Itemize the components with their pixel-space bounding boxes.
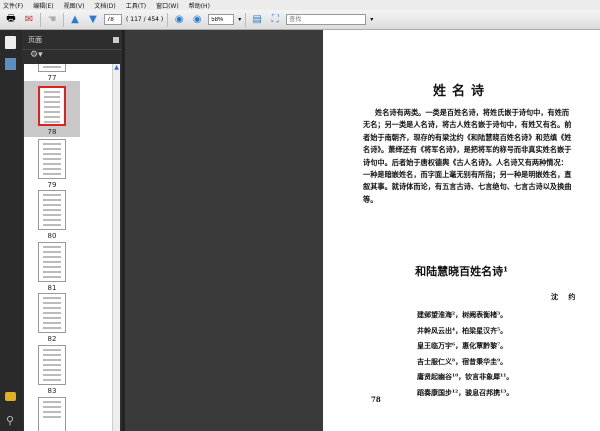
zoom-dropdown-icon[interactable]: ▾: [238, 16, 241, 23]
thumbnail-scrollbar[interactable]: ▲: [112, 64, 120, 431]
poem-line: 庸贤起幽谷¹⁰，钦言非象犀¹¹。: [417, 372, 514, 381]
poem-title: 和陆慧晓百姓名诗¹: [415, 265, 508, 278]
menu-view[interactable]: 视图(V): [64, 1, 85, 10]
page-thumbnail[interactable]: [38, 139, 66, 179]
divider: [245, 12, 247, 27]
menu-file[interactable]: 文件(F): [3, 1, 23, 10]
poem-line: 井幹风云出⁴，柏梁星汉齐⁵。: [417, 325, 508, 335]
search-input[interactable]: [286, 14, 367, 25]
bookmarks-icon[interactable]: [5, 58, 16, 70]
zoom-out-icon[interactable]: ◉: [172, 13, 186, 27]
menu-document[interactable]: 文档(D): [94, 1, 115, 10]
thumbnail-label: 80: [47, 232, 57, 240]
zoom-input[interactable]: [208, 14, 235, 25]
panel-title: 页面: [28, 35, 42, 44]
poem-line: 蹈奏康国步¹²，骏息召邦携¹³。: [417, 387, 514, 397]
page-thumbnail[interactable]: [38, 345, 66, 385]
page-number-input[interactable]: [104, 14, 122, 25]
menu-edit[interactable]: 编辑(E): [33, 1, 53, 10]
divider: [63, 12, 64, 27]
poem-author: 沈 约: [551, 292, 580, 301]
poem-line: 建邺望淮海²，树阙表衡楮³。: [417, 310, 508, 319]
share-icon[interactable]: ✉: [22, 13, 36, 27]
thumbnail-list: 77 78 79 80 81 82 83: [24, 64, 112, 431]
page-thumbnail[interactable]: [38, 64, 66, 72]
page-thumbnail[interactable]: [38, 190, 66, 230]
page-number: 78: [371, 395, 381, 404]
hand-icon[interactable]: ☚: [45, 13, 59, 27]
page-thumbnail[interactable]: [38, 86, 66, 126]
thumbnail-label: 81: [47, 284, 57, 292]
intro-paragraph: 姓名诗有两类。一类是百姓名诗，将姓氏嵌于诗句中，有姓而无名；另一类是人名诗，将古…: [363, 108, 572, 204]
page-thumbnail[interactable]: [38, 293, 66, 333]
poem-line: 吉士服仁义⁸，宿昔秉华圭⁹。: [417, 356, 508, 366]
menu-bar: 文件(F) 编辑(E) 视图(V) 文档(D) 工具(T) 窗口(W) 帮助(H…: [0, 0, 600, 10]
pages-icon[interactable]: [5, 36, 16, 49]
divider: [40, 12, 41, 27]
fit-width-icon[interactable]: ▤: [250, 13, 264, 27]
thumbnail-label: 83: [47, 387, 57, 395]
thumbnail-label: 79: [47, 181, 57, 189]
divider: [167, 12, 169, 27]
section-title: 姓名诗: [432, 84, 490, 99]
menu-help[interactable]: 帮助(H): [189, 1, 210, 10]
page-count: ( 117 / 454 ): [126, 16, 164, 23]
poem-line: 皇王临万宇⁶，惠化覃黔黎⁷。: [417, 341, 508, 350]
panel-close-button[interactable]: [113, 36, 119, 43]
comments-icon[interactable]: [5, 392, 16, 401]
pages-panel: 页面 ⚙▾ 77 78 79 80 81 82 83 ▲: [22, 30, 122, 431]
options-gear-icon[interactable]: ⚙▾: [30, 50, 43, 60]
prev-page-icon[interactable]: ▲: [68, 13, 82, 27]
document-page: 姓名诗 姓名诗有两类。一类是百姓名诗，将姓氏嵌于诗句中，有姓而无名；另一类是人名…: [323, 30, 600, 431]
document-viewer-background: [125, 30, 323, 431]
thumbnail-label: 78: [47, 128, 57, 136]
page-thumbnail[interactable]: [38, 242, 66, 282]
navigation-icon-column: ⚲: [0, 30, 22, 431]
toolbar: 🖶 ✉ ☚ ▲ ▼ ( 117 / 454 ) ◉ ◉ ▾ ▤ ⛶ ▾: [0, 10, 600, 30]
attachments-icon[interactable]: ⚲: [6, 414, 14, 427]
page-thumbnail[interactable]: [38, 397, 66, 431]
next-page-icon[interactable]: ▼: [86, 13, 100, 27]
fit-page-icon[interactable]: ⛶: [268, 13, 282, 27]
menu-tools[interactable]: 工具(T): [126, 1, 146, 10]
search-dropdown-icon[interactable]: ▾: [370, 16, 373, 23]
thumbnail-label: 82: [47, 335, 57, 343]
print-icon[interactable]: 🖶: [4, 13, 18, 27]
zoom-in-icon[interactable]: ◉: [190, 13, 204, 27]
menu-window[interactable]: 窗口(W): [156, 1, 179, 10]
